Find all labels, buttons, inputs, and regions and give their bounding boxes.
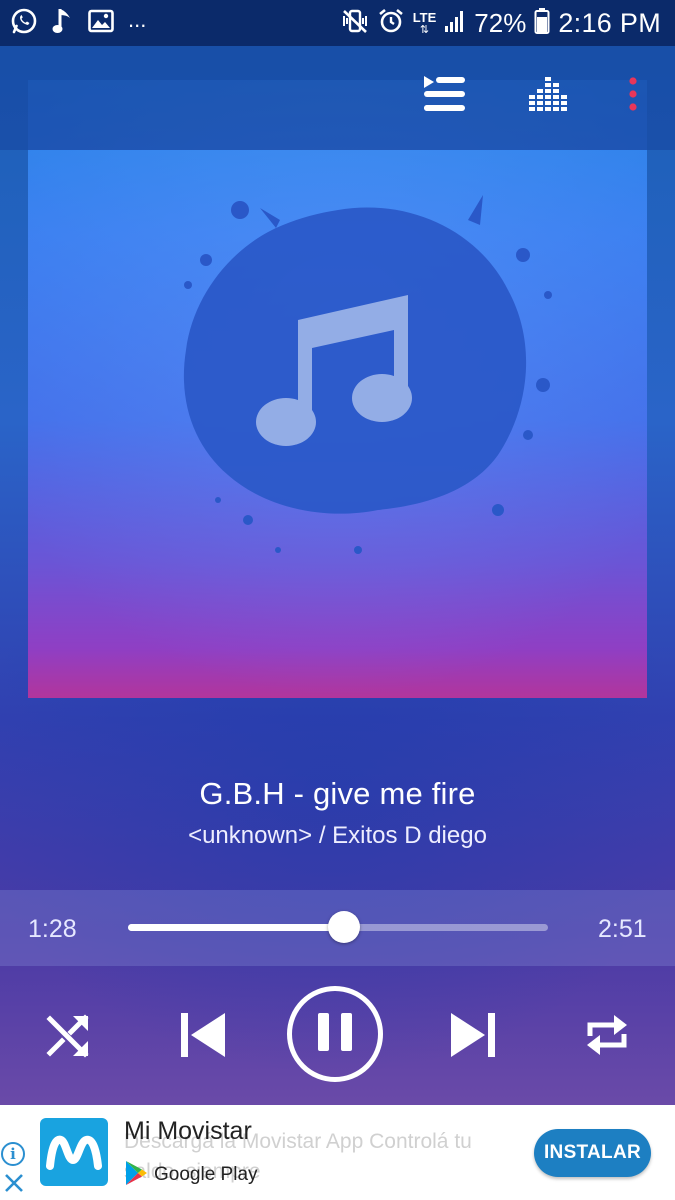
music-player-screen: ... LTE ⇅ 72% 2:16 PM G.B.H - give me fi… — [0, 0, 675, 1200]
battery-percent: 72% — [474, 7, 527, 38]
install-button[interactable]: INSTALAR — [534, 1129, 651, 1177]
signal-icon — [444, 9, 466, 38]
shuffle-button[interactable] — [42, 1012, 94, 1064]
skip-previous-icon — [178, 1010, 228, 1065]
more-vertical-icon — [628, 76, 638, 116]
close-icon — [4, 1173, 24, 1198]
queue-button[interactable] — [420, 74, 468, 119]
track-title: G.B.H - give me fire — [199, 776, 476, 811]
ad-close-button[interactable] — [2, 1173, 26, 1197]
ad-title: Mi Movistar — [124, 1117, 252, 1145]
google-play-label: Google Play — [154, 1164, 258, 1185]
battery-icon — [534, 7, 550, 40]
whatsapp-icon — [10, 7, 38, 40]
image-icon — [88, 9, 114, 38]
ad-info-icon[interactable]: i — [1, 1142, 25, 1166]
shuffle-icon — [45, 1013, 91, 1064]
album-art-graphic — [28, 80, 647, 698]
clock: 2:16 PM — [558, 7, 661, 38]
playlist-icon — [422, 74, 466, 119]
seek-bar-progress — [128, 924, 345, 931]
google-play-badge: Google Play — [124, 1160, 258, 1190]
movistar-logo — [40, 1118, 108, 1186]
repeat-icon — [582, 1010, 632, 1065]
lte-icon: LTE ⇅ — [412, 9, 437, 36]
next-button[interactable] — [446, 1010, 500, 1064]
alarm-icon — [377, 7, 405, 40]
elapsed-time: 1:28 — [28, 915, 77, 943]
equalizer-button[interactable] — [526, 76, 570, 116]
overflow-menu-button[interactable] — [620, 76, 646, 116]
skip-next-icon — [448, 1010, 498, 1065]
top-toolbar — [0, 46, 675, 150]
album-art — [28, 80, 647, 698]
play-pause-button[interactable] — [287, 986, 383, 1082]
equalizer-icon — [528, 75, 568, 118]
status-bar: ... LTE ⇅ 72% 2:16 PM — [0, 0, 675, 46]
more-notifications-indicator: ... — [128, 7, 147, 32]
music-note-icon — [52, 6, 74, 41]
ad-banner[interactable]: i Descargá la Movistar App Controlá tu s… — [0, 1105, 675, 1200]
previous-button[interactable] — [176, 1010, 230, 1064]
repeat-button[interactable] — [580, 1010, 634, 1064]
track-artist-album: <unknown> / Exitos D diego — [188, 822, 487, 849]
pause-icon — [315, 1011, 355, 1058]
mute-vibrate-icon — [341, 7, 369, 40]
google-play-icon — [124, 1160, 148, 1191]
seek-bar[interactable] — [128, 911, 548, 943]
total-duration: 2:51 — [598, 915, 647, 943]
